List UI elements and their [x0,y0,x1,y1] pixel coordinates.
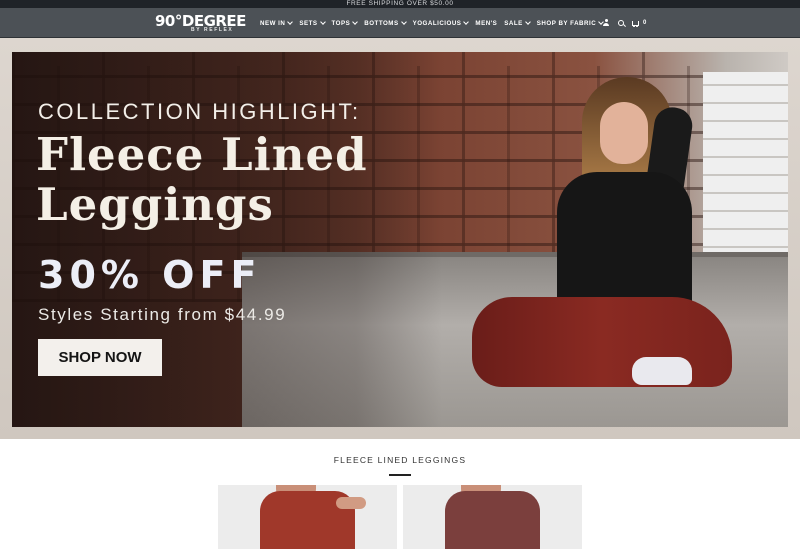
chevron-down-icon [463,19,470,25]
chevron-down-icon [400,19,407,25]
nav-label: MEN'S [475,19,498,27]
chevron-down-icon [352,19,359,25]
nav-item-sale[interactable]: SALE [504,19,531,27]
nav-label: BOTTOMS [364,19,399,27]
user-icon[interactable] [602,19,610,27]
announcement-bar: FREE SHIPPING OVER $50.00 [0,0,800,8]
hero-discount: 30% OFF [38,253,262,297]
hero-eyebrow: COLLECTION HIGHLIGHT: [38,99,361,124]
model-face [600,102,648,164]
cart-count[interactable]: 0 [643,20,646,26]
nav-item-yogalicious[interactable]: YOGALICIOUS [412,19,470,27]
nav-label: SHOP BY FABRIC [536,19,597,27]
nav-label: SALE [504,19,523,27]
model-leggings [472,297,732,387]
product-image-leggings [445,491,540,549]
product-image-hand [336,497,366,509]
nav-item-sets[interactable]: SETS [299,19,326,27]
nav-item-tops[interactable]: TOPS [331,19,359,27]
nav-label: YOGALICIOUS [412,19,462,27]
product-card[interactable] [218,485,397,549]
nav-item-new-in[interactable]: NEW IN [260,19,294,27]
nav-label: SETS [299,19,318,27]
nav-label: TOPS [331,19,351,27]
site-header: 90°DEGREE BY REFLEX NEW IN SETS TOPS BOT… [0,8,800,38]
nav-label: NEW IN [260,19,286,27]
hero-subline: Styles Starting from $44.99 [38,305,287,324]
section-title: FLEECE LINED LEGGINGS [333,455,467,465]
logo-sub-text: BY REFLEX [191,27,234,33]
section-title-underline [389,474,411,476]
model-photo [462,67,732,427]
header-utilities: 0 [602,8,646,38]
chevron-down-icon [524,19,531,25]
search-icon[interactable] [617,19,625,27]
nav-item-shop-by-fabric[interactable]: SHOP BY FABRIC [536,19,605,27]
cart-icon[interactable] [632,19,640,27]
nav-item-mens[interactable]: MEN'S [475,20,497,27]
chevron-down-icon [287,19,294,25]
shop-now-button[interactable]: SHOP NOW [38,339,162,376]
hero-headline: Fleece Lined Leggings [36,128,368,231]
nav-item-bottoms[interactable]: BOTTOMS [364,19,407,27]
model-sneaker [632,357,692,385]
chevron-down-icon [319,19,326,25]
brand-logo[interactable]: 90°DEGREE BY REFLEX [155,13,246,35]
main-nav: NEW IN SETS TOPS BOTTOMS YOGALICIOUS MEN… [260,8,610,38]
product-card[interactable] [403,485,582,549]
